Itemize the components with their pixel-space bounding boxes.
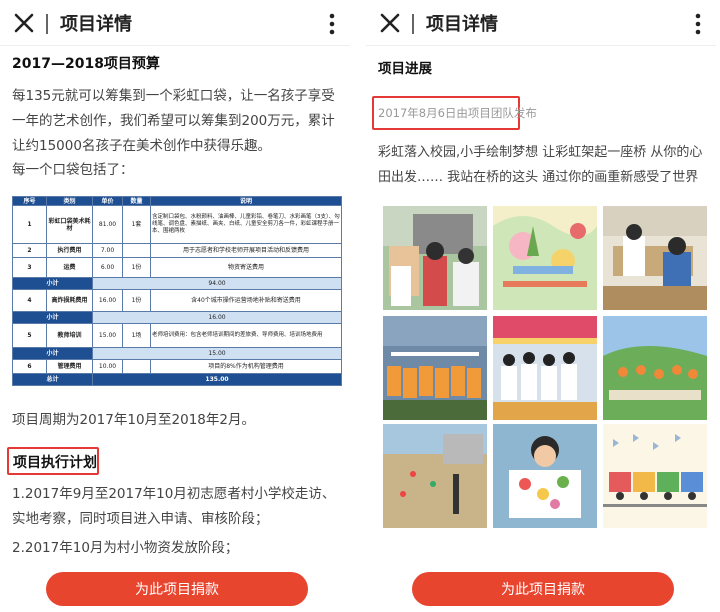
table-subtotal-row: 小计 16.00: [12, 311, 342, 324]
nav-divider: [412, 14, 414, 34]
table-cell: 81.00: [92, 205, 123, 244]
table-row: 2 执行费用 7.00 用于志愿者和学校老师开展项目活动和反馈费用: [12, 243, 342, 258]
table-header-row: 序号 类别 单价 数量 说明: [12, 196, 342, 206]
nav-divider: [46, 14, 48, 34]
table-cell: 1套: [122, 205, 151, 244]
table-cell: [122, 359, 151, 374]
table-cell: 4: [12, 289, 47, 312]
table-cell: 94.00: [92, 277, 342, 290]
table-header-cell: 类别: [46, 196, 93, 206]
more-vertical-icon[interactable]: [688, 11, 708, 37]
gallery-photo[interactable]: [603, 206, 707, 310]
table-cell: 教师培训: [46, 323, 93, 348]
budget-table: 序号 类别 单价 数量 说明 1 彩虹口袋美术耗材 81.00 1套 含定制口袋…: [12, 196, 342, 386]
gallery-photo[interactable]: [383, 424, 487, 528]
table-row: 1 彩虹口袋美术耗材 81.00 1套 含定制口袋包、水粉颜料、油画棒、儿童彩铅…: [12, 205, 342, 244]
project-period: 项目周期为2017年10月至2018年2月。: [12, 412, 255, 428]
table-cell: 10.00: [92, 359, 123, 374]
table-cell: 小计: [12, 277, 93, 290]
post-meta: 2017年8月6日由项目团队发布: [378, 106, 537, 120]
table-cell: 16.00: [92, 289, 123, 312]
progress-heading: 项目进展: [378, 61, 432, 77]
table-total-row: 总计 135.00: [12, 373, 342, 386]
table-cell: 1场: [122, 323, 151, 348]
table-cell: 高炸损耗费用: [46, 289, 93, 312]
table-cell: 2: [12, 243, 47, 258]
table-cell: 彩虹口袋美术耗材: [46, 205, 93, 244]
table-subtotal-row: 小计 15.00: [12, 347, 342, 360]
table-cell: 用于志愿者和学校老师开展项目活动和反馈费用: [150, 243, 342, 258]
top-nav-bar: 项目详情: [366, 0, 716, 46]
table-cell: 项目的8%作为机构管理费用: [150, 359, 342, 374]
gallery-photo[interactable]: [383, 316, 487, 420]
close-icon[interactable]: [376, 9, 404, 37]
table-cell: 15.00: [92, 323, 123, 348]
budget-intro: 每135元就可以筹集到一个彩虹口袋，让一名孩子享受一年的艺术创作，我们希望可以筹…: [12, 88, 335, 154]
table-cell: 老师培训费用：包含老师培训期间的差旅费、导师费用、培训场地费用: [150, 323, 342, 348]
table-cell: 1份: [122, 257, 151, 278]
table-cell: 1: [12, 205, 47, 244]
more-vertical-icon[interactable]: [322, 11, 342, 37]
right-screen: 项目详情 项目进展 2017年8月6日由项目团队发布 彩虹落入校园,小手绘制梦想…: [366, 0, 716, 612]
top-nav-bar: 项目详情: [0, 0, 350, 46]
page-title: 项目详情: [426, 14, 498, 35]
plan-step-2: 2.2017年10月为村小物资发放阶段；: [12, 540, 239, 556]
table-header-cell: 数量: [122, 196, 151, 206]
table-header-cell: 序号: [12, 196, 47, 206]
exec-plan-heading: 项目执行计划: [13, 455, 97, 471]
table-header-cell: 说明: [150, 196, 342, 206]
budget-heading: 2017—2018项目预算: [12, 56, 160, 72]
table-cell: 小计: [12, 347, 93, 360]
gallery-photo[interactable]: [603, 316, 707, 420]
table-cell: 5: [12, 323, 47, 348]
close-icon[interactable]: [10, 9, 38, 37]
table-cell: 7.00: [92, 243, 123, 258]
table-cell: [122, 243, 151, 258]
table-subtotal-row: 小计 94.00: [12, 277, 342, 290]
table-row: 6 管理费用 10.00 项目的8%作为机构管理费用: [12, 359, 342, 374]
table-row: 5 教师培训 15.00 1场 老师培训费用：包含老师培训期间的差旅费、导师费用…: [12, 323, 342, 348]
donate-button[interactable]: 为此项目捐款: [46, 572, 308, 606]
table-cell: 含定制口袋包、水粉颜料、油画棒、儿童彩铅、卷笔刀、水彩画笔（3支）、勾线笔、调色…: [150, 205, 342, 244]
panel-gap: [350, 0, 366, 612]
screenshot-stage: 项目详情 2017—2018项目预算 每135元就可以筹集到一个彩虹口袋，让一名…: [0, 0, 720, 612]
table-row: 4 高炸损耗费用 16.00 1份 含40个城市操作运营场地补贴和寄送费用: [12, 289, 342, 312]
post-body: 彩虹落入校园,小手绘制梦想 让彩虹架起一座桥 从你的心田出发…… 我站在桥的这头…: [378, 145, 703, 185]
bag-intro: 每一个口袋包括了：: [12, 162, 134, 178]
page-title: 项目详情: [60, 14, 132, 35]
donate-button[interactable]: 为此项目捐款: [412, 572, 674, 606]
table-header-cell: 单价: [92, 196, 123, 206]
table-cell: 6: [12, 359, 47, 374]
table-cell: 135.00: [92, 373, 342, 386]
gallery-photo[interactable]: [603, 424, 707, 528]
table-cell: 小计: [12, 311, 93, 324]
table-cell: 16.00: [92, 311, 342, 324]
table-cell: 运费: [46, 257, 93, 278]
left-screen: 项目详情 2017—2018项目预算 每135元就可以筹集到一个彩虹口袋，让一名…: [0, 0, 350, 612]
table-cell: 3: [12, 257, 47, 278]
gallery-photo[interactable]: [493, 206, 597, 310]
table-row: 3 运费 6.00 1份 物资寄送费用: [12, 257, 342, 278]
table-cell: 15.00: [92, 347, 342, 360]
plan-step-1: 1.2017年9月至2017年10月初志愿者村小学校走访、实地考察，同时项目进入…: [12, 486, 336, 527]
table-cell: 6.00: [92, 257, 123, 278]
table-cell: 管理费用: [46, 359, 93, 374]
gallery-photo[interactable]: [383, 206, 487, 310]
table-cell: 执行费用: [46, 243, 93, 258]
table-cell: 总计: [12, 373, 93, 386]
gallery-photo[interactable]: [493, 424, 597, 528]
table-cell: 含40个城市操作运营场地补贴和寄送费用: [150, 289, 342, 312]
table-cell: 物资寄送费用: [150, 257, 342, 278]
gallery-photo[interactable]: [493, 316, 597, 420]
table-cell: 1份: [122, 289, 151, 312]
